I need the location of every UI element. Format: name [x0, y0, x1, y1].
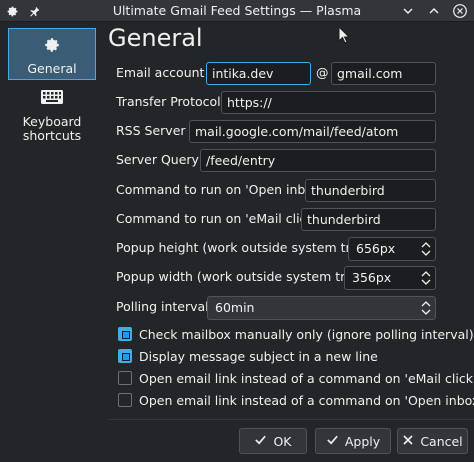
- popup-height-label: Popup height (work outside system tray) …: [116, 240, 379, 255]
- cancel-button[interactable]: Cancel: [397, 428, 468, 454]
- email-account-label: Email account :: [116, 65, 213, 80]
- link-email-click-label: Open email link instead of a command on …: [139, 370, 474, 386]
- check-icon: [254, 433, 267, 449]
- sidebar-item-label-line2: shortcuts: [22, 128, 82, 143]
- spin-arrows-icon[interactable]: [421, 241, 431, 257]
- close-icon[interactable]: [452, 3, 468, 19]
- link-email-click-checkbox[interactable]: [118, 371, 132, 385]
- check-manual-checkbox[interactable]: [118, 327, 132, 341]
- rss-server-label: RSS Server :: [116, 123, 194, 138]
- email-user-input[interactable]: intika.dev: [206, 62, 311, 85]
- ok-button[interactable]: OK: [239, 428, 307, 454]
- open-inbox-command-input[interactable]: thunderbird: [305, 179, 436, 202]
- sidebar-item-label: General: [27, 61, 77, 76]
- gear-icon: [9, 36, 95, 57]
- polling-interval-select[interactable]: 60min: [207, 296, 436, 320]
- at-sign: @: [316, 65, 329, 80]
- server-query-label: Server Query :: [116, 152, 208, 167]
- page-title: General: [108, 24, 203, 52]
- popup-height-value: 656px: [356, 241, 396, 256]
- polling-interval-label: Polling interval :: [116, 299, 217, 314]
- link-open-inbox-row[interactable]: Open email link instead of a command on …: [118, 391, 474, 409]
- rss-server-input[interactable]: mail.google.com/mail/feed/atom: [189, 120, 436, 143]
- subject-new-line-row[interactable]: Display message subject in a new line: [118, 347, 378, 365]
- popup-width-label: Popup width (work outside system tray) :: [116, 269, 374, 284]
- popup-width-spinbox[interactable]: 356px: [344, 266, 436, 290]
- subject-new-line-label: Display message subject in a new line: [139, 348, 378, 364]
- popup-width-value: 356px: [352, 270, 392, 285]
- sidebar: General Keyboard shortcuts: [0, 22, 104, 462]
- cursor-icon: [338, 25, 351, 47]
- sidebar-item-general[interactable]: General: [8, 28, 96, 80]
- polling-interval-value: 60min: [215, 300, 255, 315]
- transfer-protocol-label: Transfer Protocol :: [116, 94, 229, 109]
- email-domain-input[interactable]: gmail.com: [331, 62, 436, 85]
- close-icon: [402, 434, 414, 449]
- ok-label: OK: [273, 433, 292, 449]
- check-icon: [326, 433, 339, 449]
- chevron-updown-icon: [421, 300, 431, 316]
- link-email-click-row[interactable]: Open email link instead of a command on …: [118, 369, 474, 387]
- email-click-command-label: Command to run on 'eMail click' :: [116, 211, 326, 226]
- link-open-inbox-checkbox[interactable]: [118, 393, 132, 407]
- footer-divider: [108, 419, 474, 420]
- link-open-inbox-label: Open email link instead of a command on …: [139, 392, 474, 408]
- apply-label: Apply: [344, 433, 381, 449]
- sidebar-item-keyboard-shortcuts[interactable]: Keyboard shortcuts: [8, 88, 96, 144]
- email-click-command-input[interactable]: thunderbird: [301, 208, 436, 231]
- sidebar-item-label-line1: Keyboard: [22, 114, 82, 129]
- open-inbox-command-label: Command to run on 'Open inbox' :: [116, 182, 332, 197]
- keyboard-icon: [8, 88, 96, 109]
- transfer-protocol-input[interactable]: https://: [221, 91, 436, 114]
- chevron-down-icon[interactable]: [400, 3, 416, 19]
- cancel-label: Cancel: [420, 433, 463, 449]
- apply-button[interactable]: Apply: [315, 428, 391, 454]
- popup-height-spinbox[interactable]: 656px: [348, 237, 436, 261]
- server-query-input[interactable]: /feed/entry: [200, 149, 436, 172]
- check-manual-row[interactable]: Check mailbox manually only (ignore poll…: [118, 325, 474, 343]
- subject-new-line-checkbox[interactable]: [118, 349, 132, 363]
- spin-arrows-icon[interactable]: [421, 270, 431, 286]
- chevron-up-icon[interactable]: [426, 3, 442, 19]
- check-manual-label: Check mailbox manually only (ignore poll…: [139, 326, 474, 342]
- title-bar: Ultimate Gmail Feed Settings — Plasma: [0, 0, 474, 22]
